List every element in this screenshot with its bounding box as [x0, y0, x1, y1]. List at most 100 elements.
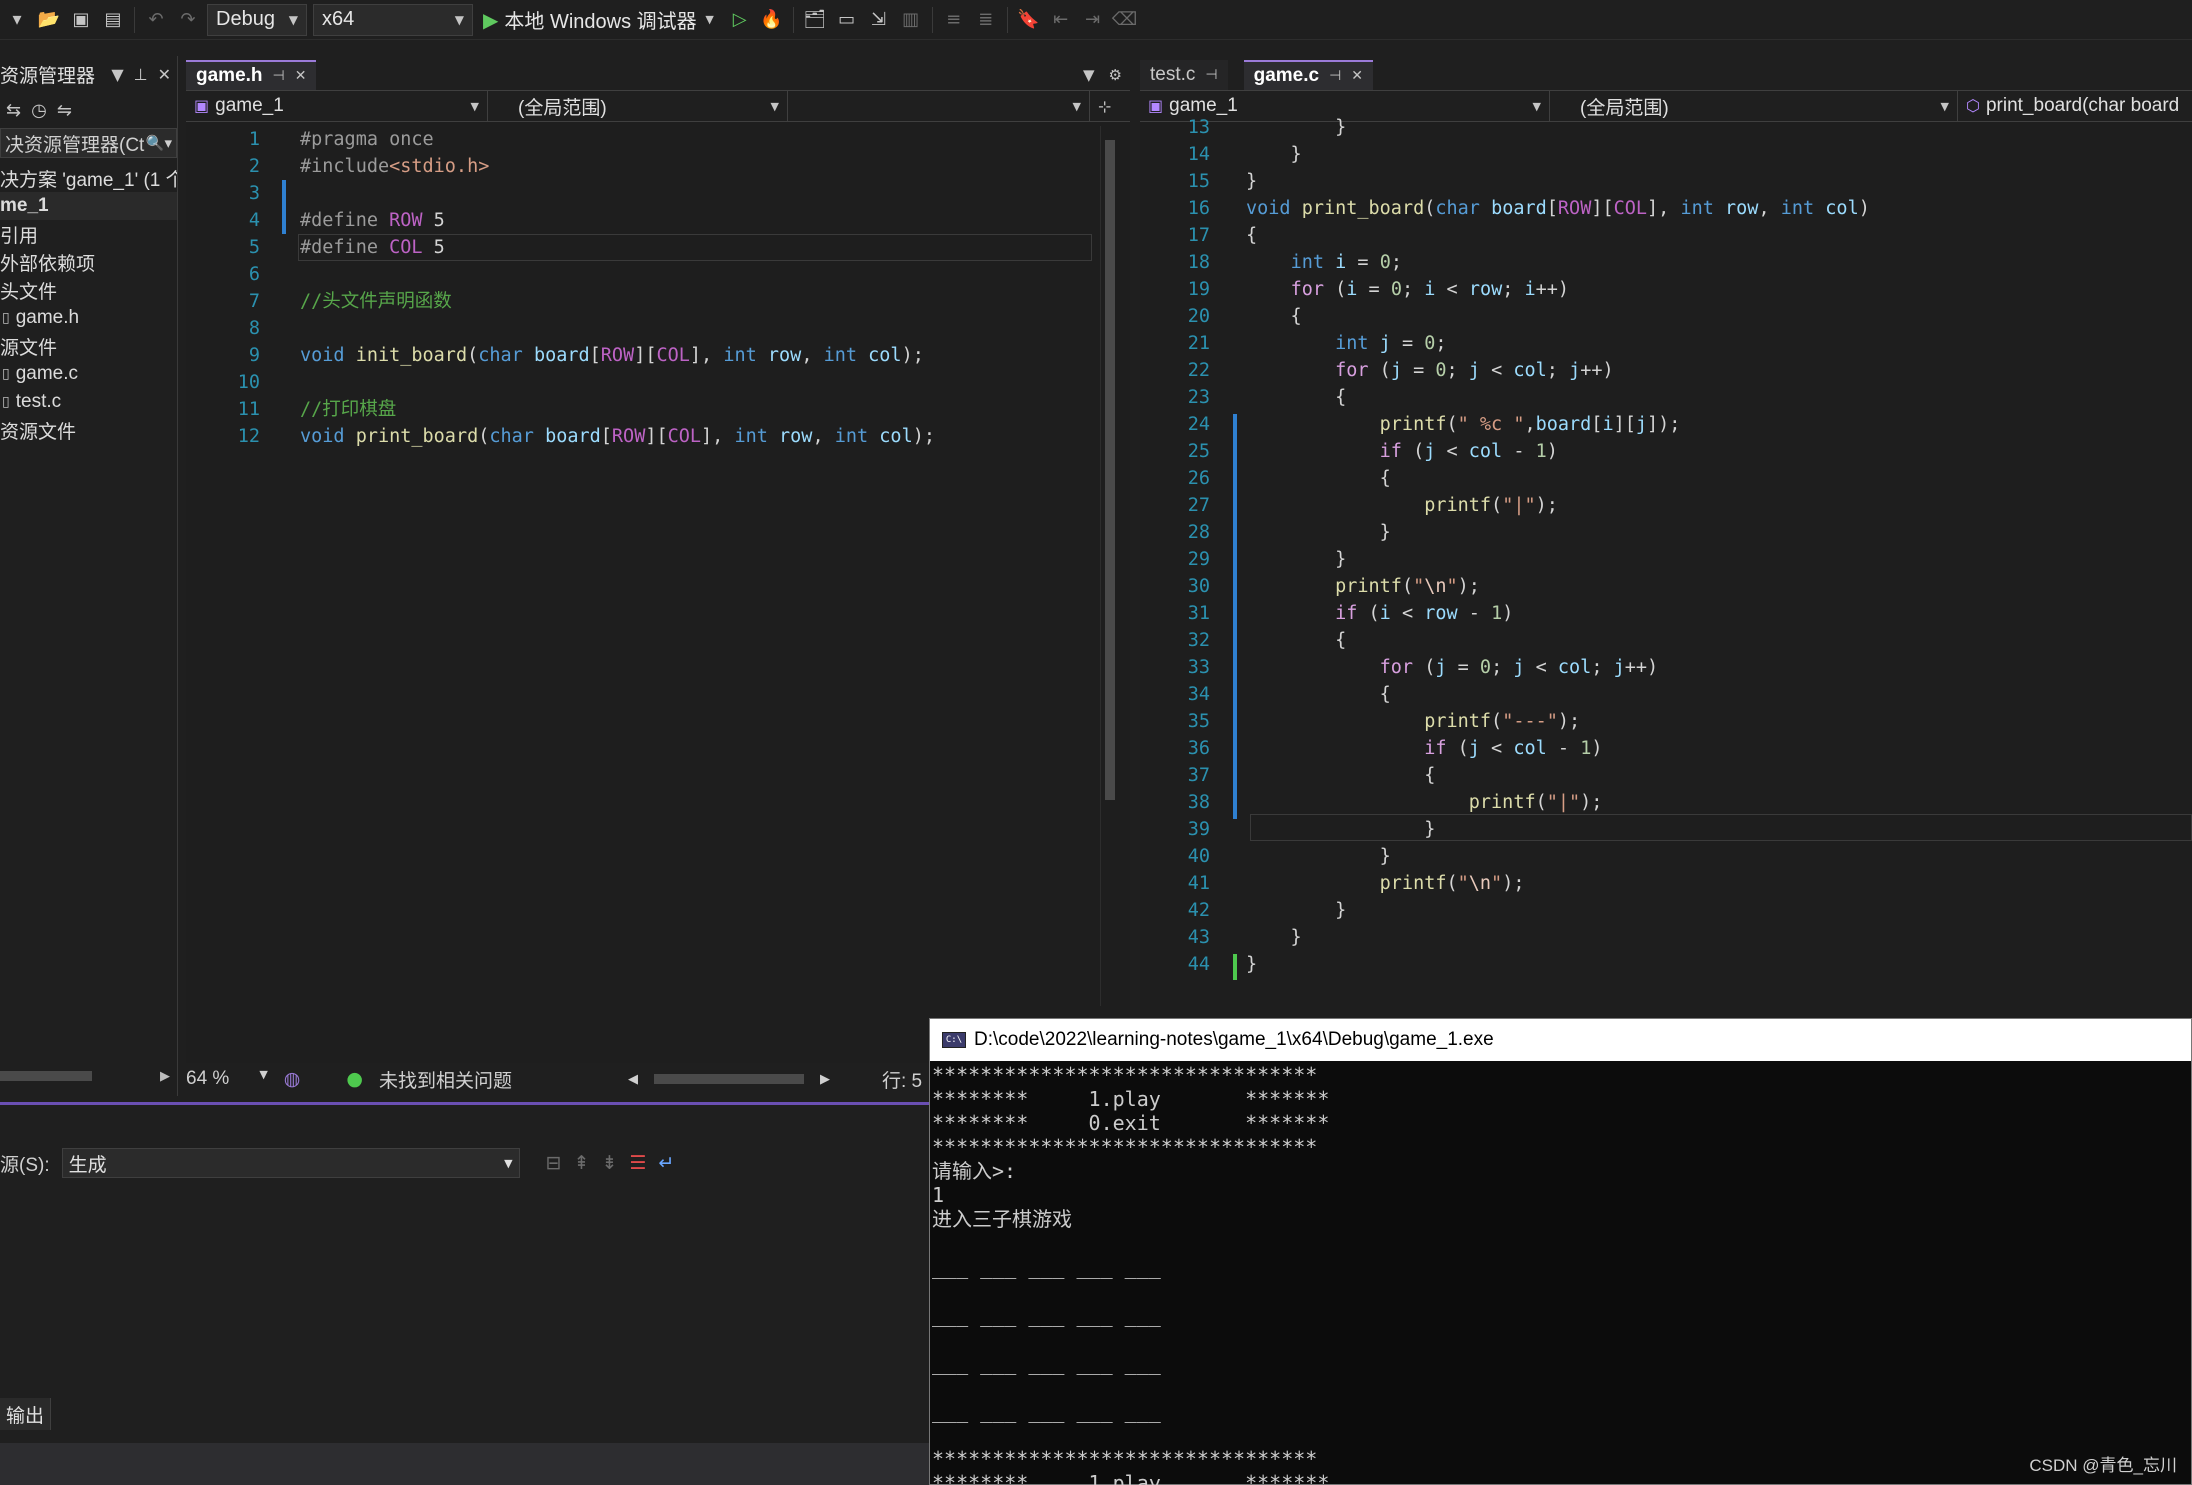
- code-line[interactable]: 20 {: [1140, 303, 1302, 330]
- code-line[interactable]: 26 {: [1140, 465, 1391, 492]
- code-line[interactable]: 30 printf("\n");: [1140, 573, 1480, 600]
- code-line[interactable]: 42 }: [1140, 897, 1347, 924]
- code-line[interactable]: 31 if (i < row - 1): [1140, 600, 1514, 627]
- left-code-area[interactable]: 1 #pragma once 2 #include<stdio.h> 3 4 #define…: [186, 122, 1130, 1002]
- bookmark-icon[interactable]: 🔖: [1016, 7, 1042, 33]
- project-node[interactable]: me_1: [0, 192, 177, 220]
- horizontal-scrollbar-thumb[interactable]: [653, 1074, 804, 1084]
- console-titlebar[interactable]: C:\ D:\code\2022\learning-notes\game_1\x…: [930, 1019, 2191, 1061]
- find-message-icon[interactable]: ⊟: [546, 1152, 562, 1174]
- tab-game-h[interactable]: game.h ⊣ ✕: [186, 60, 317, 90]
- source-files-node[interactable]: 源文件: [0, 332, 177, 360]
- code-line[interactable]: 19 for (i = 0; i < row; i++): [1140, 276, 1569, 303]
- pin-icon[interactable]: ⊥: [134, 65, 148, 84]
- code-line[interactable]: 35 printf("---");: [1140, 708, 1580, 735]
- issues-status[interactable]: 未找到相关问题: [379, 1066, 512, 1093]
- code-line[interactable]: 43 }: [1140, 924, 1302, 951]
- code-line[interactable]: 14 }: [1140, 141, 1302, 168]
- code-line[interactable]: 2 #include<stdio.h>: [186, 153, 490, 180]
- code-line[interactable]: 12 void print_board(char board[ROW][COL],…: [186, 423, 935, 450]
- code-line[interactable]: 15}: [1140, 168, 1257, 195]
- code-line[interactable]: 34 {: [1140, 681, 1391, 708]
- code-line[interactable]: 7//头文件声明函数: [186, 288, 452, 315]
- chevron-down-icon[interactable]: ▼: [703, 7, 717, 33]
- code-line[interactable]: 33 for (j = 0; j < col; j++): [1140, 654, 1658, 681]
- file-game-c[interactable]: ▯ game.c: [0, 360, 177, 388]
- layout-icon[interactable]: ▭: [834, 7, 860, 33]
- prev-message-icon[interactable]: ⇞: [574, 1152, 590, 1174]
- horizontal-scrollbar[interactable]: ▶: [0, 1066, 170, 1086]
- references-node[interactable]: 引用: [0, 220, 177, 248]
- prev-bookmark-icon[interactable]: ⇤: [1048, 7, 1074, 33]
- gear-icon[interactable]: ⚙: [1109, 66, 1122, 84]
- code-line[interactable]: 25 if (j < col - 1): [1140, 438, 1558, 465]
- save-icon[interactable]: ▣: [68, 7, 94, 33]
- code-line[interactable]: 21 int j = 0;: [1140, 330, 1447, 357]
- sync-icon[interactable]: ⇋: [57, 100, 72, 121]
- code-line[interactable]: 24 printf(" %c ",board[i][j]);: [1140, 411, 1681, 438]
- chevron-down-icon[interactable]: ▼: [1083, 66, 1095, 84]
- code-line[interactable]: 11//打印棋盘: [186, 396, 397, 423]
- code-line[interactable]: 38 printf("|");: [1140, 789, 1603, 816]
- clear-all-icon[interactable]: ☰: [629, 1152, 646, 1174]
- zoom-select[interactable]: 64 % ▼: [186, 1068, 268, 1090]
- member-select[interactable]: ▼: [788, 91, 1090, 121]
- code-line[interactable]: 36 if (j < col - 1): [1140, 735, 1603, 762]
- resource-files-node[interactable]: 资源文件: [0, 416, 177, 444]
- code-line[interactable]: 8: [186, 315, 300, 342]
- browse-icon[interactable]: 🗂: [802, 7, 828, 33]
- copilot-icon[interactable]: ◍: [284, 1068, 301, 1090]
- code-line[interactable]: 17{: [1140, 222, 1257, 249]
- close-icon[interactable]: ✕: [295, 68, 307, 84]
- chevron-right-icon[interactable]: ▶: [820, 1072, 830, 1087]
- file-game-h[interactable]: ▯ game.h: [0, 304, 177, 332]
- scrollbar-thumb[interactable]: [0, 1071, 92, 1081]
- code-line[interactable]: 44}: [1140, 951, 1257, 978]
- output-source-select[interactable]: 生成 ▼: [61, 1148, 520, 1178]
- pin-icon[interactable]: ⊣: [1205, 67, 1217, 83]
- new-item-icon[interactable]: ▾: [4, 7, 30, 33]
- undo-icon[interactable]: ↶: [143, 7, 169, 33]
- chevron-right-icon[interactable]: ▶: [160, 1069, 170, 1084]
- tab-test-c[interactable]: test.c ⊣: [1140, 60, 1228, 90]
- close-icon[interactable]: ✕: [158, 65, 171, 84]
- external-deps-node[interactable]: 外部依赖项: [0, 248, 177, 276]
- solution-search-input[interactable]: 决资源管理器(Ct 🔍▾: [0, 128, 177, 158]
- code-line[interactable]: 18 int i = 0;: [1140, 249, 1402, 276]
- code-line[interactable]: 10: [186, 369, 300, 396]
- project-select[interactable]: ▣ game_1 ▼: [186, 91, 488, 121]
- run-without-debug-icon[interactable]: ▷: [727, 7, 753, 33]
- next-message-icon[interactable]: ⇟: [601, 1152, 617, 1174]
- code-line[interactable]: 32 {: [1140, 627, 1347, 654]
- pin-icon[interactable]: ⊣: [1329, 68, 1341, 84]
- code-line[interactable]: 40 }: [1140, 843, 1391, 870]
- comment-icon[interactable]: ≡: [941, 7, 967, 33]
- chevron-down-icon[interactable]: ▼: [111, 65, 123, 84]
- save-all-icon[interactable]: ▤: [100, 7, 126, 33]
- solution-node[interactable]: 决方案 'game_1' (1 个项目: [0, 164, 177, 192]
- uncomment-icon[interactable]: ≣: [973, 7, 999, 33]
- split-icon[interactable]: ⊹: [1090, 91, 1120, 121]
- file-test-c[interactable]: ▯ test.c: [0, 388, 177, 416]
- scope-select[interactable]: (全局范围) ▼: [488, 91, 788, 121]
- scrollbar-thumb[interactable]: [1105, 140, 1115, 800]
- code-line[interactable]: 28 }: [1140, 519, 1391, 546]
- code-line[interactable]: 13 }: [1140, 114, 1347, 141]
- chevron-left-icon[interactable]: ◀: [628, 1072, 638, 1087]
- open-folder-icon[interactable]: 📂: [36, 7, 62, 33]
- left-vertical-scrollbar[interactable]: [1100, 126, 1118, 1006]
- code-line[interactable]: 6: [186, 261, 300, 288]
- step-icon[interactable]: ⇲: [866, 7, 892, 33]
- word-wrap-icon[interactable]: ↵: [658, 1152, 674, 1174]
- code-line[interactable]: 27 printf("|");: [1140, 492, 1558, 519]
- next-bookmark-icon[interactable]: ⇥: [1080, 7, 1106, 33]
- pin-icon[interactable]: ⊣: [273, 68, 285, 84]
- code-line[interactable]: 23 {: [1140, 384, 1347, 411]
- platform-select[interactable]: x64 ▼: [313, 3, 473, 36]
- tab-output[interactable]: 输出: [0, 1398, 52, 1430]
- scope-select[interactable]: (全局范围) ▼: [1550, 91, 1958, 121]
- switch-views-icon[interactable]: ⇆: [6, 100, 21, 121]
- header-files-node[interactable]: 头文件: [0, 276, 177, 304]
- configuration-select[interactable]: Debug ▼: [207, 3, 307, 36]
- code-line[interactable]: 9 void init_board(char board[ROW][COL], i…: [186, 342, 924, 369]
